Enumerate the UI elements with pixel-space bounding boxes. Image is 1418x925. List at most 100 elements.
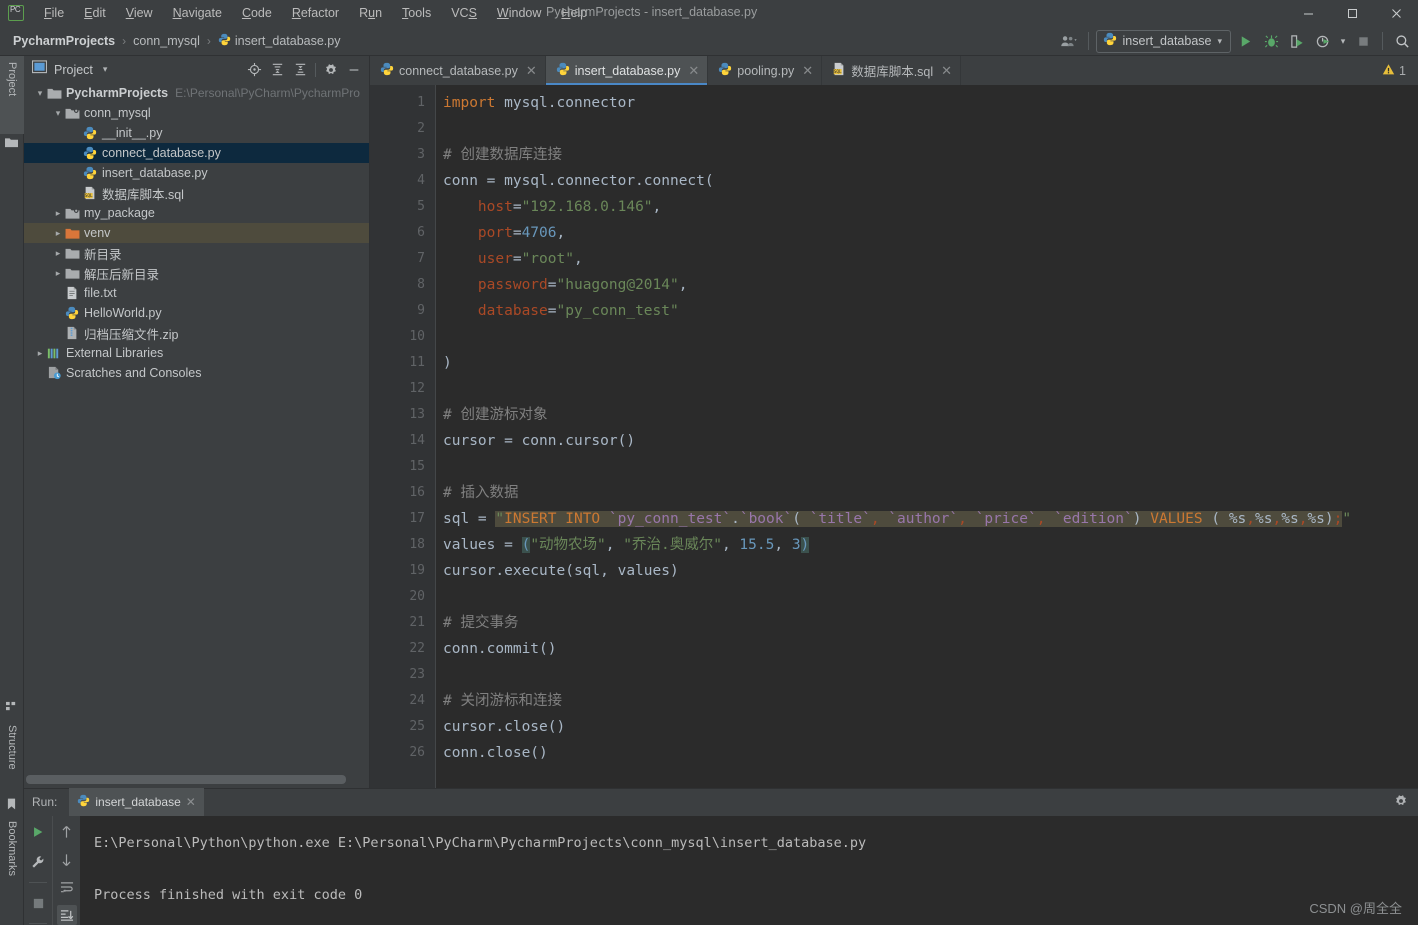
tree-item[interactable]: file.txt bbox=[24, 283, 369, 303]
user-icon[interactable] bbox=[1057, 29, 1081, 53]
chevron-down-icon[interactable]: ▾ bbox=[103, 64, 108, 75]
code-line[interactable] bbox=[436, 584, 1418, 610]
inspection-status[interactable]: 1 bbox=[1382, 56, 1406, 85]
code-line[interactable]: # 提交事务 bbox=[436, 610, 1418, 636]
code-line[interactable]: conn = mysql.connector.connect( bbox=[436, 168, 1418, 194]
tree-item[interactable]: ▾ PycharmProjects E:\Personal\PyCharm\Pych… bbox=[24, 83, 369, 103]
code-line[interactable] bbox=[436, 376, 1418, 402]
code-editor[interactable]: 1 2 3 4 5 6 7 8 9 10 11 12 13 14 15 16 17 18 19 20 21 22 23 24 2… bbox=[370, 85, 1418, 788]
breadcrumb-project[interactable]: PycharmProjects bbox=[10, 32, 118, 50]
code-line[interactable] bbox=[436, 324, 1418, 350]
menu-window[interactable]: Window bbox=[487, 3, 551, 23]
debug-button[interactable] bbox=[1259, 29, 1283, 53]
breadcrumb-file[interactable]: insert_database.py bbox=[215, 31, 344, 51]
menu-run[interactable]: Run bbox=[349, 3, 392, 23]
tree-item[interactable]: ▸ 解压后新目录 bbox=[24, 263, 369, 283]
search-icon[interactable] bbox=[1390, 29, 1414, 53]
chevron-right-icon[interactable]: ▸ bbox=[34, 347, 46, 359]
maximize-button[interactable] bbox=[1330, 0, 1374, 26]
settings-icon[interactable] bbox=[320, 59, 342, 81]
tree-item[interactable]: 归档压缩文件.zip bbox=[24, 323, 369, 343]
run-configuration-selector[interactable]: insert_database ▾ bbox=[1095, 29, 1231, 53]
code-line[interactable]: conn.commit() bbox=[436, 636, 1418, 662]
project-horizontal-scrollbar[interactable] bbox=[26, 775, 346, 784]
menu-edit[interactable]: Edit bbox=[74, 3, 116, 23]
close-icon[interactable]: ✕ bbox=[526, 63, 537, 79]
expand-all-icon[interactable] bbox=[266, 59, 288, 81]
hide-panel-icon[interactable] bbox=[343, 59, 365, 81]
wrench-icon[interactable] bbox=[28, 852, 48, 872]
profile-button[interactable] bbox=[1311, 29, 1335, 53]
code-line[interactable]: import mysql.connector bbox=[436, 90, 1418, 116]
editor-tab[interactable]: pooling.py ✕ bbox=[708, 56, 823, 85]
minimize-button[interactable] bbox=[1286, 0, 1330, 26]
code-line[interactable]: conn.close() bbox=[436, 740, 1418, 766]
code-line[interactable]: password="huagong@2014", bbox=[436, 272, 1418, 298]
menu-tools[interactable]: Tools bbox=[392, 3, 441, 23]
code-line[interactable]: database="py_conn_test" bbox=[436, 298, 1418, 324]
close-icon[interactable]: ✕ bbox=[688, 63, 699, 79]
coverage-button[interactable] bbox=[1285, 29, 1309, 53]
sidebar-item-bookmarks[interactable]: Bookmarks bbox=[0, 815, 24, 911]
run-console-output[interactable]: E:\Personal\Python\python.exe E:\Persona… bbox=[80, 816, 1418, 925]
tree-item[interactable]: ▸ venv bbox=[24, 223, 369, 243]
code-line[interactable]: port=4706, bbox=[436, 220, 1418, 246]
code-line[interactable]: cursor = conn.cursor() bbox=[436, 428, 1418, 454]
chevron-right-icon[interactable]: ▸ bbox=[52, 207, 64, 219]
locate-icon[interactable] bbox=[243, 59, 265, 81]
chevron-right-icon[interactable]: ▸ bbox=[52, 227, 64, 239]
editor-tab[interactable]: insert_database.py ✕ bbox=[545, 56, 709, 85]
chevron-down-icon[interactable]: ▾ bbox=[52, 107, 64, 119]
collapse-all-icon[interactable] bbox=[289, 59, 311, 81]
code-line[interactable]: # 创建数据库连接 bbox=[436, 142, 1418, 168]
down-arrow-icon[interactable] bbox=[57, 850, 77, 870]
code-line[interactable]: # 创建游标对象 bbox=[436, 402, 1418, 428]
sidebar-item-structure[interactable]: Structure bbox=[0, 719, 24, 803]
tree-item[interactable]: ▸ my_package bbox=[24, 203, 369, 223]
code-line[interactable] bbox=[436, 116, 1418, 142]
run-tab-insert-database[interactable]: insert_database ✕ bbox=[69, 788, 205, 816]
code-line[interactable]: user="root", bbox=[436, 246, 1418, 272]
chevron-down-icon[interactable]: ▾ bbox=[34, 87, 46, 99]
code-line[interactable]: values = ("动物农场", "乔治.奥威尔", 15.5, 3) bbox=[436, 532, 1418, 558]
code-line[interactable] bbox=[436, 454, 1418, 480]
tree-item[interactable]: ▸ 新目录 bbox=[24, 243, 369, 263]
tree-item[interactable]: SQL 数据库脚本.sql bbox=[24, 183, 369, 203]
code-line[interactable]: # 插入数据 bbox=[436, 480, 1418, 506]
menu-file[interactable]: File bbox=[34, 3, 74, 23]
stop-button[interactable] bbox=[28, 893, 48, 913]
code-line[interactable]: cursor.close() bbox=[436, 714, 1418, 740]
rerun-button[interactable] bbox=[28, 822, 48, 842]
run-button[interactable] bbox=[1233, 29, 1257, 53]
tree-item[interactable]: ▸ External Libraries bbox=[24, 343, 369, 363]
code-content[interactable]: import mysql.connector # 创建数据库连接 conn = m… bbox=[436, 85, 1418, 788]
close-icon[interactable]: ✕ bbox=[941, 63, 952, 79]
tree-item[interactable]: HelloWorld.py bbox=[24, 303, 369, 323]
tree-item[interactable]: insert_database.py bbox=[24, 163, 369, 183]
soft-wrap-icon[interactable] bbox=[57, 878, 77, 898]
menu-code[interactable]: Code bbox=[232, 3, 282, 23]
close-icon[interactable]: ✕ bbox=[802, 63, 813, 79]
breadcrumb-package[interactable]: conn_mysql bbox=[130, 32, 203, 50]
code-line[interactable]: sql = "INSERT INTO `py_conn_test`.`book`… bbox=[436, 506, 1418, 532]
close-icon[interactable]: ✕ bbox=[186, 795, 196, 809]
tree-item[interactable]: ▾ conn_mysql bbox=[24, 103, 369, 123]
scroll-to-end-icon[interactable] bbox=[56, 905, 77, 925]
stop-button[interactable] bbox=[1351, 29, 1375, 53]
menu-refactor[interactable]: Refactor bbox=[282, 3, 349, 23]
sidebar-item-project[interactable]: Project bbox=[0, 56, 24, 134]
menu-view[interactable]: View bbox=[116, 3, 163, 23]
code-line[interactable] bbox=[436, 662, 1418, 688]
chevron-right-icon[interactable]: ▸ bbox=[52, 247, 64, 259]
menu-navigate[interactable]: Navigate bbox=[163, 3, 232, 23]
code-line[interactable]: # 关闭游标和连接 bbox=[436, 688, 1418, 714]
tree-item[interactable]: __init__.py bbox=[24, 123, 369, 143]
close-button[interactable] bbox=[1374, 0, 1418, 26]
up-arrow-icon[interactable] bbox=[57, 822, 77, 842]
gear-icon[interactable] bbox=[1394, 794, 1408, 813]
code-line[interactable]: ) bbox=[436, 350, 1418, 376]
editor-tab[interactable]: SQL 数据库脚本.sql ✕ bbox=[822, 56, 962, 85]
code-line[interactable]: cursor.execute(sql, values) bbox=[436, 558, 1418, 584]
menu-vcs[interactable]: VCS bbox=[441, 3, 487, 23]
editor-tab[interactable]: connect_database.py ✕ bbox=[370, 56, 546, 85]
